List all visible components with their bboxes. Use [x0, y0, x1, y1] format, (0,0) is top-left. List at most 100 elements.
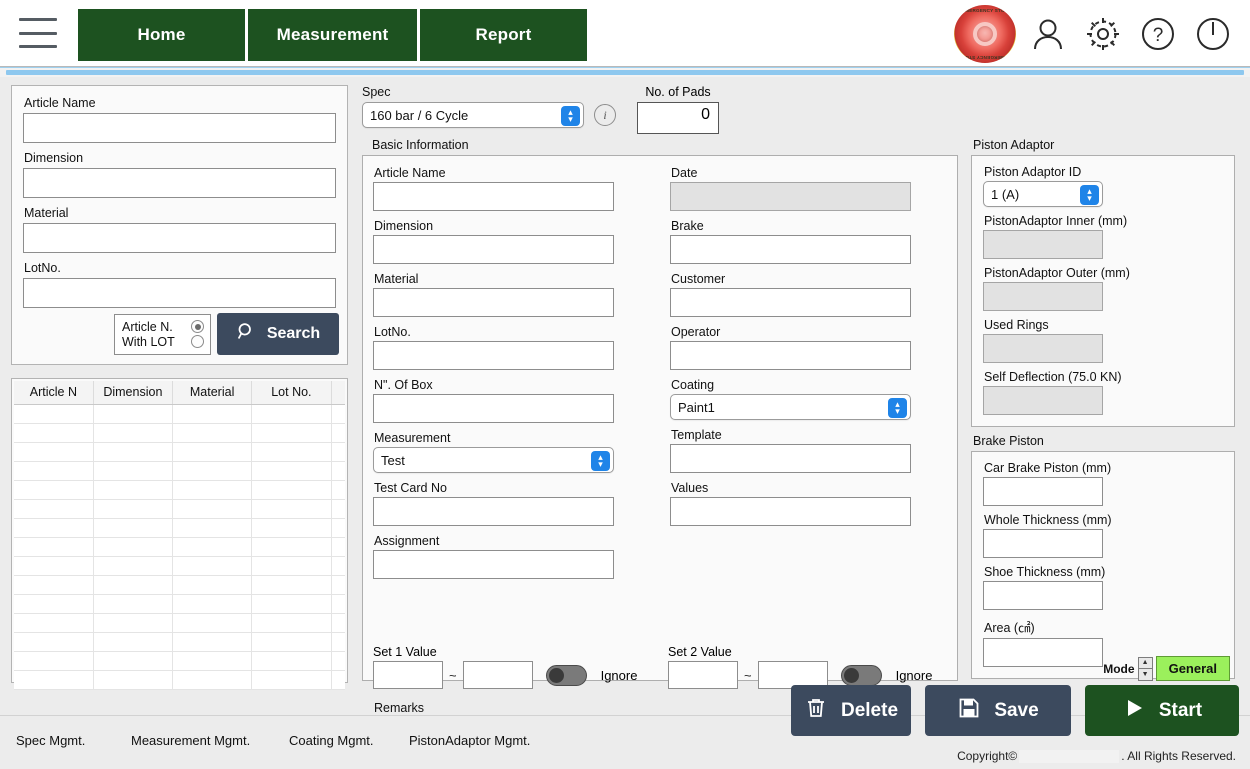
shoe-thickness-input[interactable] [983, 581, 1103, 610]
field-measurement-select[interactable]: Test ▴▾ [373, 447, 614, 473]
emergency-stop-icon[interactable]: EMERGENCY STOP EMERGENCY STOP [954, 5, 1016, 63]
table-cell [173, 556, 252, 575]
tab-measurement[interactable]: Measurement [248, 9, 417, 61]
gear-icon[interactable] [1080, 11, 1126, 57]
table-cell [252, 594, 331, 613]
field-article-name-input[interactable] [373, 182, 614, 211]
field-lotno-input[interactable] [373, 341, 614, 370]
table-cell-spacer [331, 461, 345, 480]
table-row[interactable] [14, 461, 345, 480]
table-row[interactable] [14, 651, 345, 670]
search-lotno-input[interactable] [23, 278, 336, 308]
user-icon[interactable] [1025, 11, 1071, 57]
spec-select[interactable]: 160 bar / 6 Cycle ▴▾ [362, 102, 584, 128]
save-button[interactable]: Save [925, 685, 1071, 736]
table-row[interactable] [14, 613, 345, 632]
search-article-name-input[interactable] [23, 113, 336, 143]
table-cell [14, 404, 93, 423]
area-input[interactable] [983, 638, 1103, 667]
floppy-disk-icon [957, 696, 981, 726]
table-row[interactable] [14, 632, 345, 651]
table-row[interactable] [14, 670, 345, 689]
tab-home[interactable]: Home [78, 9, 245, 61]
field-template-input[interactable] [670, 444, 911, 473]
table-cell [93, 480, 172, 499]
field-test-card-no-input[interactable] [373, 497, 614, 526]
field-coating-select[interactable]: Paint1 ▴▾ [670, 394, 911, 420]
set-1-max-input[interactable] [463, 661, 533, 689]
set-1-ignore-toggle[interactable] [546, 665, 587, 686]
tab-report[interactable]: Report [420, 9, 587, 61]
set-2-ignore-toggle[interactable] [841, 665, 882, 686]
table-row[interactable] [14, 518, 345, 537]
set-1-min-input[interactable] [373, 661, 443, 689]
table-row[interactable] [14, 404, 345, 423]
piston-adaptor-outer-label: PistonAdaptor Outer (mm) [984, 266, 1223, 280]
table-row[interactable] [14, 423, 345, 442]
col-lot-no[interactable]: Lot No. [252, 381, 331, 404]
table-row[interactable] [14, 480, 345, 499]
start-button[interactable]: Start [1085, 685, 1239, 736]
used-rings-label: Used Rings [984, 318, 1223, 332]
car-brake-piston-input[interactable] [983, 477, 1103, 506]
mode-stepper[interactable]: ▲ ▼ [1138, 657, 1153, 681]
search-lotno-label: LotNo. [24, 261, 336, 275]
field-material-input[interactable] [373, 288, 614, 317]
table-row[interactable] [14, 594, 345, 613]
app-footer: Spec Mgmt. Measurement Mgmt. Coating Mgm… [0, 715, 1250, 769]
table-row[interactable] [14, 499, 345, 518]
results-table: Article N Dimension Material Lot No. [14, 381, 345, 690]
search-dimension-input[interactable] [23, 168, 336, 198]
field-dimension-label: Dimension [374, 219, 614, 233]
field-customer-input[interactable] [670, 288, 911, 317]
set-2-min-input[interactable] [668, 661, 738, 689]
help-icon[interactable]: ? [1135, 11, 1181, 57]
field-no-of-box-input[interactable] [373, 394, 614, 423]
basic-right-column: Date Brake Customer Operator Coating Pai… [670, 166, 911, 587]
field-values-label: Values [671, 481, 911, 495]
col-material[interactable]: Material [173, 381, 252, 404]
piston-adaptor-id-select[interactable]: 1 (A) ▴▾ [983, 181, 1103, 207]
hamburger-menu-icon[interactable] [19, 18, 57, 48]
radio-with-lot[interactable]: With LOT [122, 335, 204, 349]
link-spec-mgmt[interactable]: Spec Mgmt. [16, 733, 131, 748]
search-material-input[interactable] [23, 223, 336, 253]
search-button[interactable]: Search [217, 313, 339, 355]
chevron-updown-icon: ▴▾ [888, 398, 907, 418]
field-brake-input[interactable] [670, 235, 911, 264]
field-values-input[interactable] [670, 497, 911, 526]
power-icon[interactable] [1190, 11, 1236, 57]
link-measurement-mgmt[interactable]: Measurement Mgmt. [131, 733, 289, 748]
link-pistonadaptor-mgmt[interactable]: PistonAdaptor Mgmt. [409, 733, 530, 748]
piston-adaptor-id-label: Piston Adaptor ID [984, 165, 1223, 179]
table-row[interactable] [14, 575, 345, 594]
delete-button[interactable]: Delete [791, 685, 911, 736]
table-cell-spacer [331, 442, 345, 461]
col-dimension[interactable]: Dimension [93, 381, 172, 404]
results-table-panel[interactable]: Article N Dimension Material Lot No. [11, 378, 348, 683]
mode-stepper-down-icon[interactable]: ▼ [1138, 669, 1153, 681]
radio-with-lot-button[interactable] [191, 335, 204, 348]
piston-adaptor-inner-label: PistonAdaptor Inner (mm) [984, 214, 1223, 228]
no-of-pads-value[interactable]: 0 [637, 102, 719, 134]
radio-article-n-button[interactable] [191, 320, 204, 333]
whole-thickness-input[interactable] [983, 529, 1103, 558]
search-icon [236, 321, 257, 347]
col-article-n[interactable]: Article N [14, 381, 93, 404]
table-cell [252, 613, 331, 632]
center-panel: Spec 160 bar / 6 Cycle ▴▾ i No. of Pads … [362, 85, 958, 683]
field-operator-input[interactable] [670, 341, 911, 370]
table-row[interactable] [14, 556, 345, 575]
mode-value[interactable]: General [1156, 656, 1230, 681]
field-assignment-input[interactable] [373, 550, 614, 579]
radio-article-n[interactable]: Article N. [122, 320, 204, 334]
chevron-updown-icon: ▴▾ [561, 106, 580, 126]
table-row[interactable] [14, 442, 345, 461]
spec-info-icon[interactable]: i [594, 104, 616, 126]
mode-stepper-up-icon[interactable]: ▲ [1138, 657, 1153, 670]
results-table-body [14, 404, 345, 689]
field-dimension-input[interactable] [373, 235, 614, 264]
table-row[interactable] [14, 537, 345, 556]
link-coating-mgmt[interactable]: Coating Mgmt. [289, 733, 409, 748]
table-cell [252, 632, 331, 651]
